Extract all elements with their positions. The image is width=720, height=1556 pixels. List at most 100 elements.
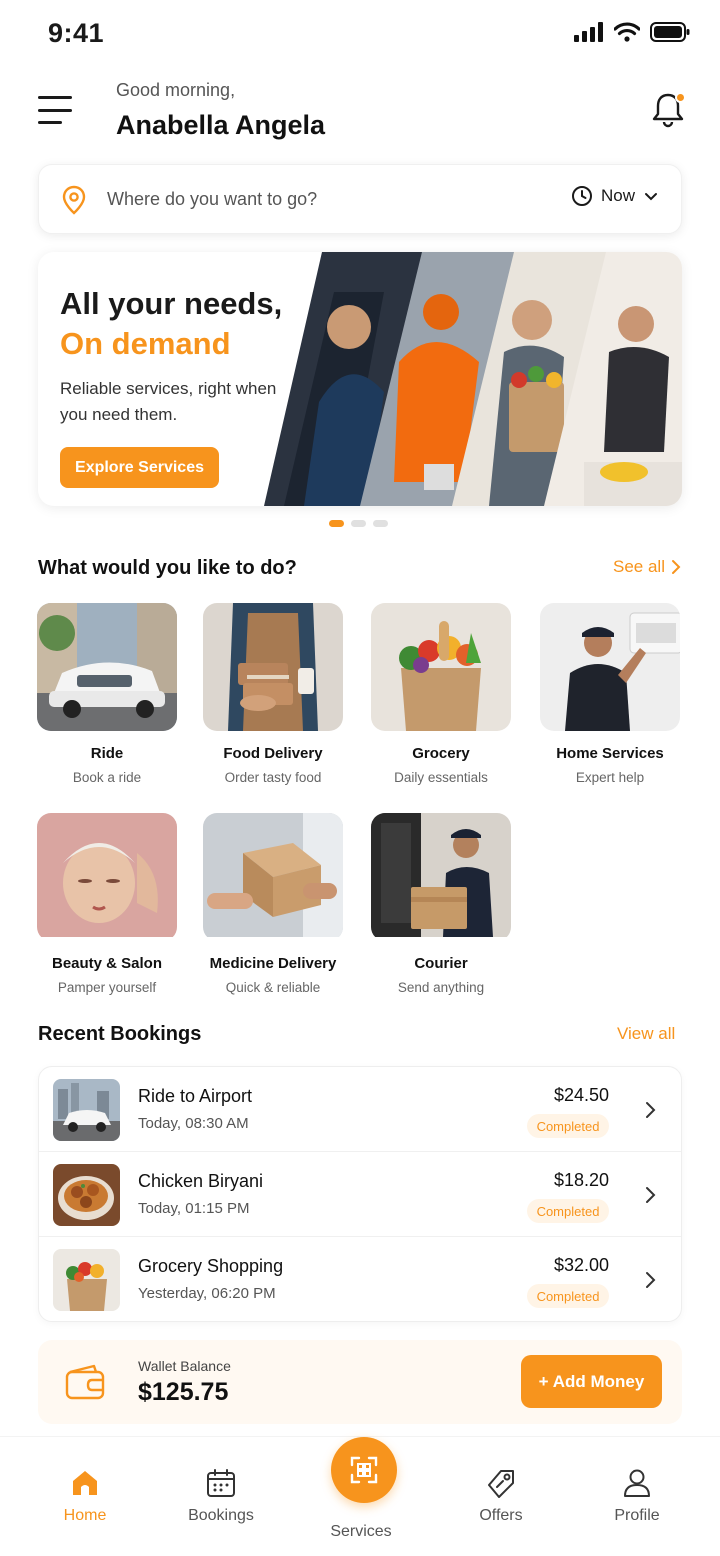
nav-label: Profile — [614, 1507, 660, 1524]
user-name: Anabella Angela — [116, 110, 326, 140]
status-icons — [574, 22, 690, 42]
medicine-delivery-image — [203, 813, 343, 941]
booking-row[interactable]: Chicken Biryani Today, 01:15 PM $18.20 C… — [39, 1152, 681, 1237]
booking-title: Chicken Biryani — [138, 1171, 264, 1191]
service-name: Home Services — [556, 745, 664, 762]
service-desc: Quick & reliable — [225, 980, 321, 995]
menu-icon-bar — [38, 108, 72, 112]
ride-image — [37, 603, 177, 731]
service-beauty-salon[interactable]: Beauty & Salon Pamper yourself — [36, 813, 178, 995]
nav-label: Bookings — [188, 1507, 254, 1524]
wifi-icon — [614, 22, 640, 42]
nav-services[interactable] — [331, 1437, 397, 1503]
service-desc: Send anything — [397, 980, 485, 995]
nav-bookings[interactable]: Bookings — [166, 1467, 276, 1525]
nav-profile[interactable]: Profile — [582, 1467, 692, 1525]
battery-icon — [650, 22, 690, 42]
chevron-right-icon — [646, 1102, 656, 1118]
banner-photo-collage — [264, 252, 682, 506]
grocery-image — [371, 603, 511, 731]
wallet-icon — [65, 1364, 105, 1400]
calendar-icon — [207, 1469, 235, 1497]
service-home-services[interactable]: Home Services Expert help — [539, 603, 681, 785]
add-money-button[interactable]: + Add Money — [521, 1355, 662, 1408]
status-time: 9:41 — [48, 18, 105, 48]
banner-title: All your needs, — [60, 286, 283, 321]
pagination-dot[interactable] — [351, 520, 366, 527]
food-delivery-image — [203, 603, 343, 731]
services-section-title: What would you like to do? — [38, 557, 297, 579]
booking-thumbnail — [53, 1249, 120, 1311]
location-pin-icon — [62, 185, 86, 215]
nav-label[interactable]: Services — [306, 1523, 416, 1541]
time-selector[interactable]: Now — [571, 185, 659, 207]
menu-button[interactable] — [38, 96, 74, 124]
signal-icon — [574, 22, 603, 42]
status-badge: Completed — [527, 1114, 609, 1138]
time-selector-value: Now — [600, 186, 635, 205]
nav-offers[interactable]: Offers — [446, 1467, 556, 1525]
search-placeholder: Where do you want to go? — [107, 189, 318, 209]
booking-title: Grocery Shopping — [138, 1256, 284, 1276]
courier-image — [371, 813, 511, 941]
service-desc: Pamper yourself — [57, 980, 157, 995]
service-name: Courier — [414, 955, 468, 972]
notifications-button[interactable] — [648, 90, 688, 130]
service-desc: Daily essentials — [394, 770, 488, 785]
wallet-label: Wallet Balance — [138, 1358, 231, 1374]
chevron-down-icon — [645, 193, 657, 201]
service-desc: Expert help — [575, 770, 645, 785]
service-courier[interactable]: Courier Send anything — [370, 813, 512, 995]
booking-amount: $24.50 — [553, 1085, 609, 1105]
tag-icon — [488, 1470, 514, 1498]
service-name: Beauty & Salon — [51, 955, 163, 972]
home-services-image — [540, 603, 680, 731]
service-name: Food Delivery — [223, 745, 323, 762]
booking-thumbnail — [53, 1164, 120, 1226]
nav-home[interactable]: Home — [30, 1467, 140, 1525]
nav-label: Home — [63, 1507, 107, 1524]
explore-services-button[interactable]: Explore Services — [60, 447, 219, 488]
pagination-dot-active[interactable] — [329, 520, 344, 527]
bottom-navigation: Home Bookings Services Offers Profile — [0, 1436, 720, 1556]
clock-icon — [571, 186, 592, 206]
pagination-dot[interactable] — [373, 520, 388, 527]
chevron-right-icon — [646, 1187, 656, 1203]
service-name: Medicine Delivery — [209, 955, 337, 972]
greeting-text: Good morning, — [116, 80, 236, 100]
view-all-bookings-link[interactable]: View all — [617, 1024, 675, 1044]
service-grocery[interactable]: Grocery Daily essentials — [370, 603, 512, 785]
status-bar: 9:41 — [0, 0, 720, 64]
booking-title: Ride to Airport — [138, 1086, 253, 1106]
status-badge: Completed — [527, 1199, 609, 1223]
services-grid-icon — [350, 1456, 378, 1484]
bookings-section-title: Recent Bookings — [38, 1023, 202, 1045]
wallet-card: Wallet Balance $125.75 + Add Money — [38, 1340, 682, 1424]
service-ride[interactable]: Ride Book a ride — [36, 603, 178, 785]
promo-banner[interactable]: All your needs, On demand Reliable servi… — [38, 252, 682, 506]
wallet-balance: $125.75 — [138, 1378, 229, 1406]
chevron-right-icon — [671, 560, 681, 574]
booking-amount: $32.00 — [553, 1255, 609, 1275]
booking-amount: $18.20 — [553, 1170, 609, 1190]
menu-icon-bar — [38, 96, 72, 99]
nav-label: Offers — [479, 1507, 523, 1524]
recent-bookings-list: Ride to Airport Today, 08:30 AM $24.50 C… — [38, 1066, 682, 1322]
home-icon — [73, 1471, 97, 1495]
see-all-services-link[interactable]: See all — [613, 557, 681, 577]
banner-pagination — [329, 520, 388, 527]
destination-search[interactable]: Where do you want to go? Now — [38, 164, 682, 234]
see-all-label: See all — [613, 557, 665, 576]
menu-icon-bar — [38, 121, 62, 124]
booking-row[interactable]: Ride to Airport Today, 08:30 AM $24.50 C… — [39, 1067, 681, 1152]
user-icon — [624, 1469, 650, 1497]
notification-dot — [675, 92, 686, 103]
service-food-delivery[interactable]: Food Delivery Order tasty food — [202, 603, 344, 785]
service-name: Grocery — [412, 745, 470, 762]
service-medicine-delivery[interactable]: Medicine Delivery Quick & reliable — [202, 813, 344, 995]
booking-thumbnail — [53, 1079, 120, 1141]
beauty-salon-image — [37, 813, 177, 941]
status-badge: Completed — [527, 1284, 609, 1308]
booking-row[interactable]: Grocery Shopping Yesterday, 06:20 PM $32… — [39, 1237, 681, 1321]
booking-time: Today, 01:15 PM — [138, 1200, 250, 1217]
